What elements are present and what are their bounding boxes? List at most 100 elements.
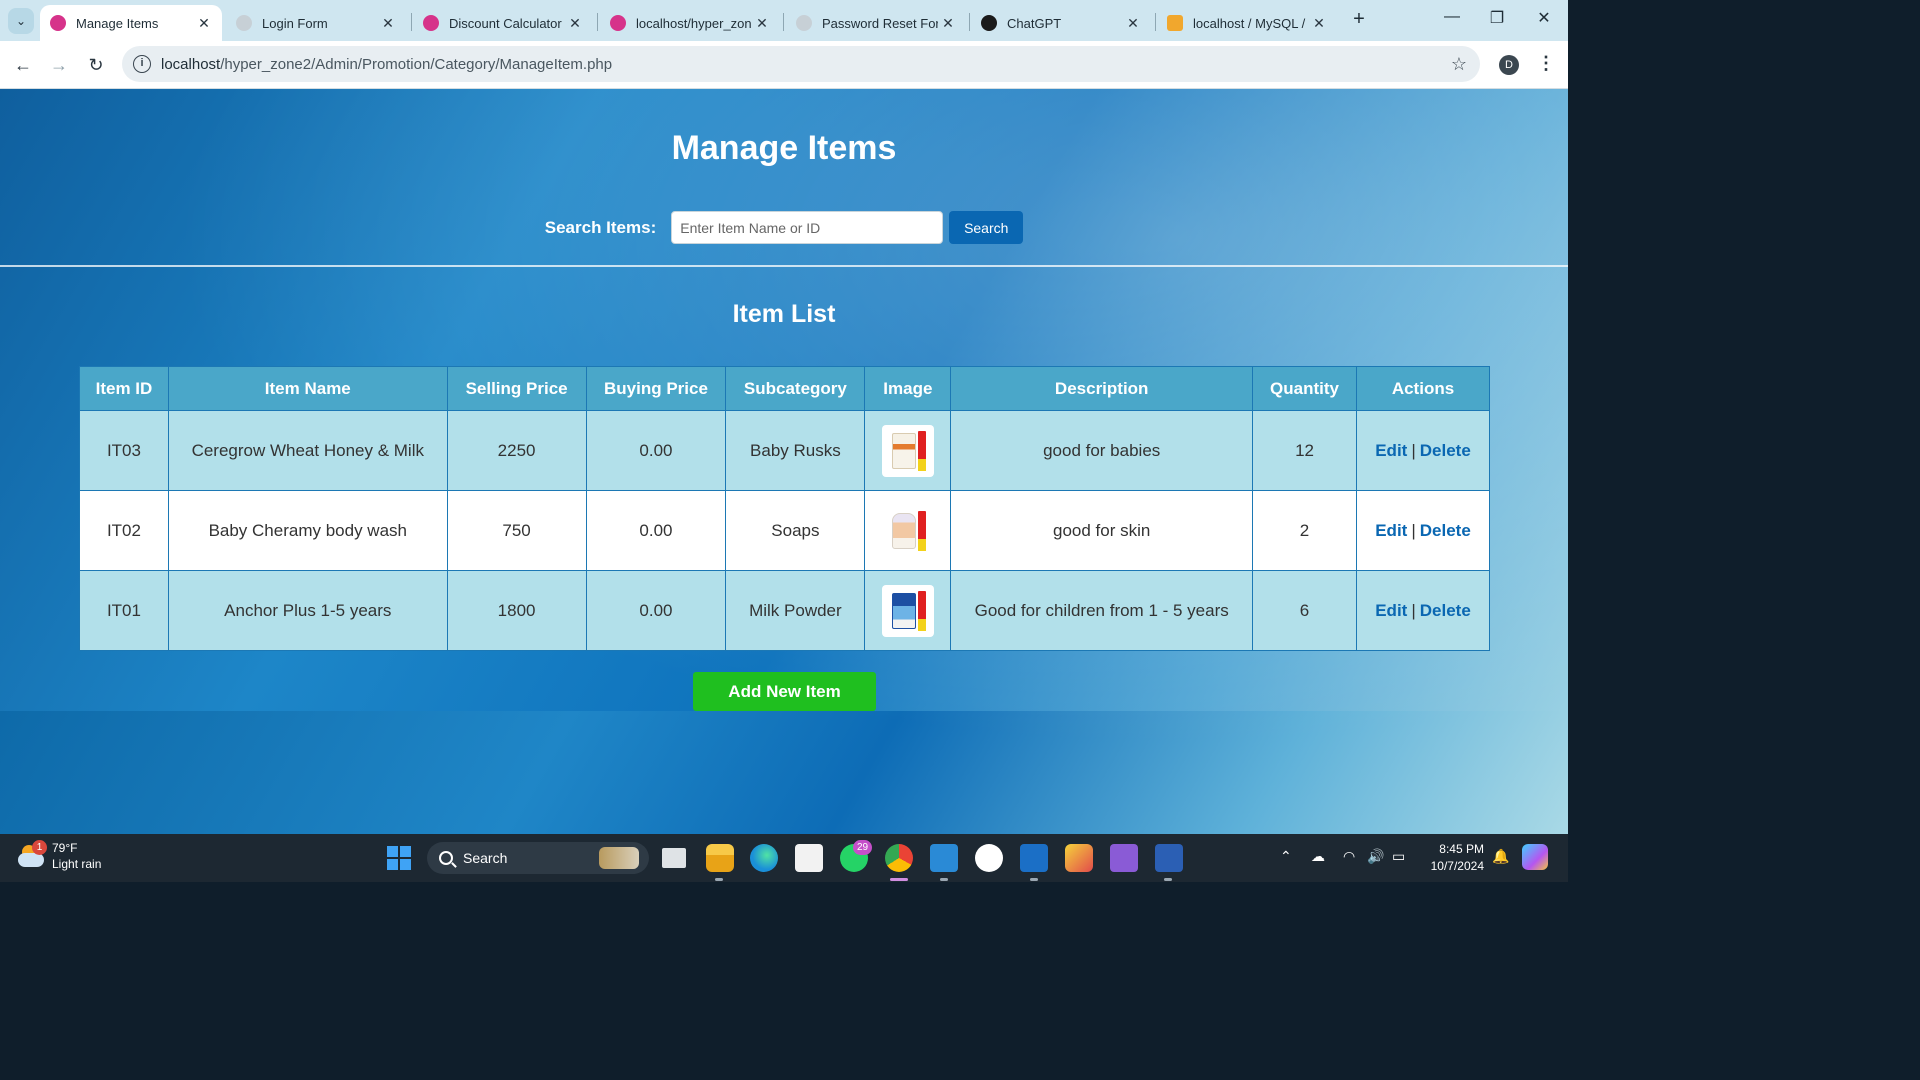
- tab-label: ChatGPT: [1007, 15, 1062, 31]
- close-icon[interactable]: ✕: [938, 15, 958, 32]
- tab-label: Discount Calculator: [449, 15, 562, 31]
- image-cell: [864, 570, 952, 651]
- quantity-cell: 2: [1252, 490, 1357, 571]
- action-separator: |: [1411, 520, 1416, 540]
- description-cell: good for babies: [950, 410, 1254, 491]
- tab-manage-items[interactable]: Manage Items ✕: [40, 5, 222, 41]
- tab-discount-calculator[interactable]: Discount Calculator ✕: [413, 5, 593, 41]
- wamp-icon: [610, 15, 626, 31]
- outlook-icon[interactable]: [1020, 844, 1048, 872]
- close-icon[interactable]: ✕: [1123, 15, 1143, 32]
- restore-icon[interactable]: ❐: [1482, 8, 1512, 28]
- delete-link[interactable]: Delete: [1420, 521, 1471, 540]
- tab-phpmyadmin[interactable]: localhost / MySQL / c ✕: [1157, 5, 1337, 41]
- edit-link[interactable]: Edit: [1375, 521, 1407, 540]
- running-indicator: [1030, 878, 1038, 881]
- volume-icon[interactable]: 🔊: [1367, 848, 1384, 865]
- tab-chatgpt[interactable]: ChatGPT ✕: [971, 5, 1151, 41]
- close-icon[interactable]: ✕: [752, 15, 772, 32]
- whatsapp-badge: 29: [853, 840, 873, 855]
- forward-arrow-icon[interactable]: →: [47, 53, 71, 77]
- bookmark-star-icon[interactable]: ☆: [1451, 54, 1467, 75]
- actions-cell: Edit | Delete: [1356, 570, 1490, 651]
- edit-link[interactable]: Edit: [1375, 441, 1407, 460]
- item-list-title: Item List: [732, 300, 836, 328]
- system-clock[interactable]: 8:45 PM 10/7/2024: [1424, 841, 1484, 875]
- battery-icon[interactable]: ▭: [1392, 848, 1405, 865]
- tab-separator: [1155, 13, 1156, 31]
- site-info-icon[interactable]: i: [133, 55, 151, 73]
- column-header: Buying Price: [585, 366, 727, 411]
- items-table: Item ID Item Name Selling Price Buying P…: [79, 366, 1490, 651]
- globe-icon: [796, 15, 812, 31]
- chevron-up-icon[interactable]: ⌃: [1280, 848, 1292, 865]
- chatgpt-icon: [981, 15, 997, 31]
- baby-cheramy-product-image: [881, 504, 934, 557]
- tab-search-chevron-icon[interactable]: ⌄: [8, 8, 34, 34]
- reload-icon[interactable]: ↻: [84, 53, 108, 77]
- file-explorer-icon[interactable]: [706, 844, 734, 872]
- delete-link[interactable]: Delete: [1420, 441, 1471, 460]
- tab-password-reset[interactable]: Password Reset Form ✕: [786, 5, 966, 41]
- search-label: Search Items:: [544, 217, 657, 237]
- copilot-icon[interactable]: [1522, 844, 1548, 870]
- url-path: /hyper_zone2/Admin/Promotion/Category/Ma…: [220, 55, 613, 73]
- edit-link[interactable]: Edit: [1375, 601, 1407, 620]
- menu-kebab-icon[interactable]: ⋮: [1537, 53, 1555, 74]
- address-bar[interactable]: i localhost/hyper_zone2/Admin/Promotion/…: [122, 46, 1480, 82]
- tab-localhost-hyper-zone[interactable]: localhost/hyper_zone ✕: [600, 5, 780, 41]
- buying-price-cell: 0.00: [585, 570, 727, 651]
- browser-toolbar: ← → ↻ i localhost/hyper_zone2/Admin/Prom…: [0, 41, 1568, 89]
- chrome-icon[interactable]: [885, 844, 913, 872]
- notification-bell-icon[interactable]: 🔔: [1492, 848, 1509, 865]
- globe-icon: [236, 15, 252, 31]
- search-highlight-icon: [599, 847, 639, 869]
- taskbar: 79°F Light rain 1 Search 29 ⌃ ☁ ◠ 🔊 ▭ 8:…: [0, 834, 1568, 882]
- wifi-icon[interactable]: ◠: [1343, 848, 1355, 865]
- wamp-icon: [50, 15, 66, 31]
- item-name-cell: Anchor Plus 1-5 years: [167, 570, 448, 651]
- actions-cell: Edit | Delete: [1356, 490, 1490, 571]
- tab-login-form[interactable]: Login Form ✕: [226, 5, 406, 41]
- weather-widget[interactable]: 79°F Light rain: [18, 840, 101, 872]
- whatsapp-desktop-icon[interactable]: [975, 844, 1003, 872]
- task-view-icon[interactable]: [662, 848, 686, 868]
- profile-avatar[interactable]: D: [1499, 55, 1519, 75]
- page-content: Manage Items Search Items: Search Item L…: [0, 89, 1568, 834]
- wamp-icon: [423, 15, 439, 31]
- image-cell: [864, 490, 952, 571]
- url-text[interactable]: localhost/hyper_zone2/Admin/Promotion/Ca…: [161, 56, 1451, 73]
- delete-link[interactable]: Delete: [1420, 601, 1471, 620]
- close-icon[interactable]: ✕: [194, 15, 214, 32]
- vscode-icon[interactable]: [930, 844, 958, 872]
- item-id-cell: IT03: [79, 410, 169, 491]
- table-row: IT01 Anchor Plus 1-5 years 1800 0.00 Mil…: [79, 570, 1490, 651]
- column-header: Quantity: [1252, 366, 1357, 411]
- search-input[interactable]: [671, 211, 944, 244]
- image-cell: [864, 410, 952, 491]
- visual-studio-icon[interactable]: [1110, 844, 1138, 872]
- window-close-icon[interactable]: ✕: [1529, 8, 1559, 28]
- url-host: localhost: [161, 55, 221, 73]
- close-icon[interactable]: ✕: [565, 15, 585, 32]
- table-row: IT03 Ceregrow Wheat Honey & Milk 2250 0.…: [79, 410, 1490, 491]
- tab-separator: [411, 13, 412, 31]
- quantity-cell: 6: [1252, 570, 1357, 651]
- close-icon[interactable]: ✕: [378, 15, 398, 32]
- search-button[interactable]: Search: [949, 211, 1024, 244]
- word-icon[interactable]: [1155, 844, 1183, 872]
- column-header: Item Name: [167, 366, 448, 411]
- new-tab-plus-icon[interactable]: +: [1348, 8, 1370, 32]
- edge-icon[interactable]: [750, 844, 778, 872]
- windows-start-icon[interactable]: [387, 846, 411, 870]
- sticky-notes-icon[interactable]: [1065, 844, 1093, 872]
- taskbar-search[interactable]: Search: [427, 842, 649, 874]
- back-arrow-icon[interactable]: ←: [11, 53, 35, 77]
- divider: [0, 265, 1568, 267]
- close-icon[interactable]: ✕: [1309, 15, 1329, 32]
- page-title: Manage Items: [671, 129, 897, 167]
- minimize-icon[interactable]: —: [1437, 8, 1467, 26]
- onedrive-icon[interactable]: ☁: [1311, 848, 1325, 865]
- add-new-item-button[interactable]: Add New Item: [693, 672, 876, 711]
- microsoft-store-icon[interactable]: [795, 844, 823, 872]
